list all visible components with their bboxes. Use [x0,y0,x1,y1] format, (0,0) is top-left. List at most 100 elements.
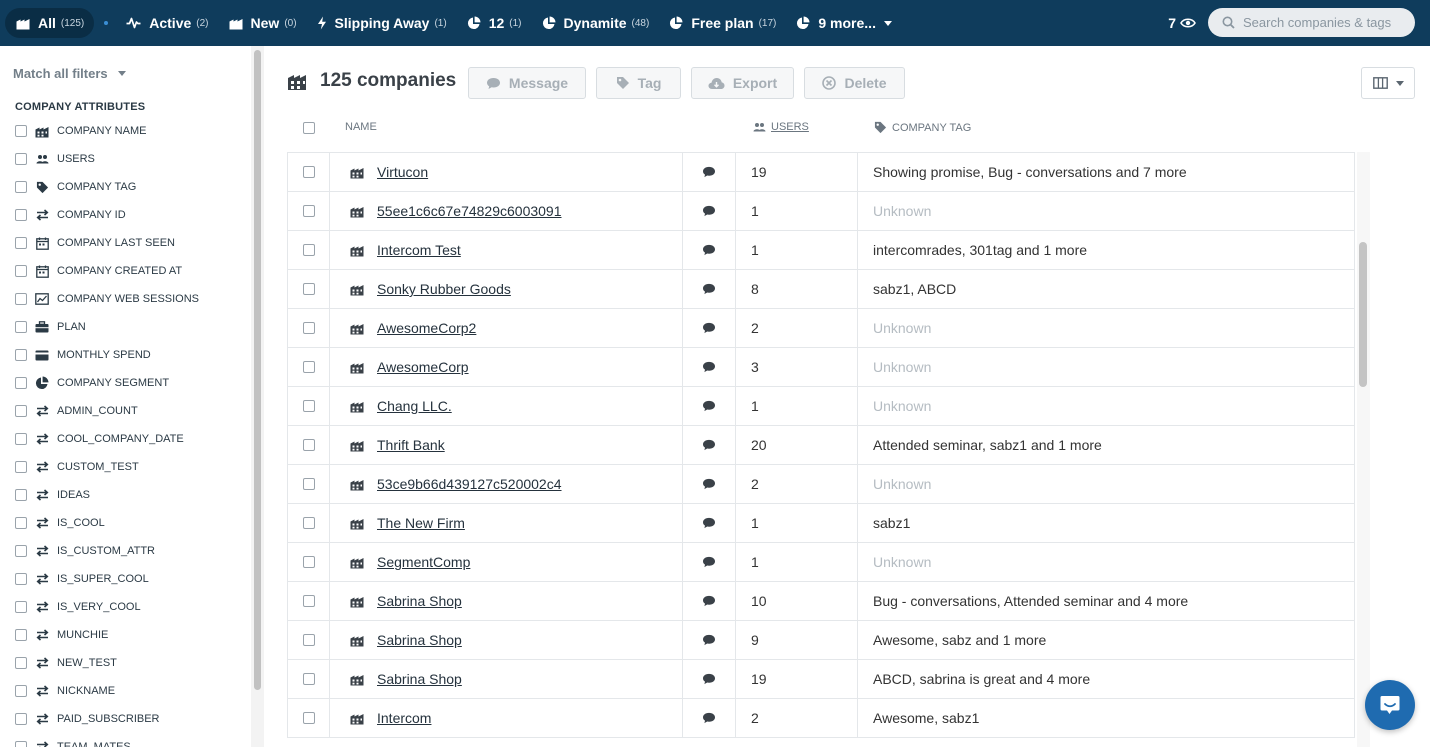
company-name-link[interactable]: Sabrina Shop [377,593,462,609]
attribute-checkbox[interactable] [15,153,27,165]
attribute-filter-item[interactable]: COMPANY CREATED AT [15,257,199,285]
attribute-filter-item[interactable]: MONTHLY SPEND [15,341,199,369]
attribute-filter-item[interactable]: IS_COOL [15,509,199,537]
attribute-filter-item[interactable]: COMPANY SEGMENT [15,369,199,397]
segment-item[interactable]: New (0) [219,8,307,38]
attribute-checkbox[interactable] [15,377,27,389]
segment-all[interactable]: All (125) [5,8,95,38]
message-icon[interactable] [702,556,716,568]
table-scrollbar[interactable] [1357,152,1370,747]
row-checkbox[interactable] [302,712,315,724]
attribute-checkbox[interactable] [15,209,27,221]
message-icon[interactable] [702,361,716,373]
attribute-checkbox[interactable] [15,293,27,305]
attribute-checkbox[interactable] [15,545,27,557]
attribute-checkbox[interactable] [15,181,27,193]
company-name-link[interactable]: AwesomeCorp2 [377,320,476,336]
attribute-checkbox[interactable] [15,489,27,501]
attribute-checkbox[interactable] [15,349,27,361]
sidebar-scrollbar[interactable] [251,46,264,747]
attribute-filter-item[interactable]: IDEAS [15,481,199,509]
attribute-filter-item[interactable]: NEW_TEST [15,649,199,677]
attribute-filter-item[interactable]: PAID_SUBSCRIBER [15,705,199,733]
column-header-users[interactable]: USERS [753,121,809,133]
row-checkbox[interactable] [302,517,315,529]
attribute-checkbox[interactable] [15,629,27,641]
row-checkbox[interactable] [302,400,315,412]
company-name-link[interactable]: Thrift Bank [377,437,445,453]
company-name-link[interactable]: Intercom [377,710,431,726]
attribute-checkbox[interactable] [15,713,27,725]
match-filter-dropdown[interactable]: Match all filters [13,66,126,81]
message-icon[interactable] [702,244,716,256]
message-icon[interactable] [702,595,716,607]
attribute-filter-item[interactable]: COMPANY WEB SESSIONS [15,285,199,313]
row-checkbox[interactable] [302,478,315,490]
attribute-filter-item[interactable]: COMPANY NAME [15,117,199,145]
attribute-filter-item[interactable]: COMPANY ID [15,201,199,229]
table-row[interactable]: Sabrina Shop 19 ABCD, sabrina is great and… [287,660,1355,699]
table-row[interactable]: Virtucon 19 Showing promise, Bug - convers… [287,153,1355,192]
table-row[interactable]: Intercom 2 Awesome, sabz1 [287,699,1355,738]
attribute-checkbox[interactable] [15,433,27,445]
row-checkbox[interactable] [302,673,315,685]
select-all-checkbox[interactable] [303,122,315,134]
attribute-checkbox[interactable] [15,685,27,697]
company-name-link[interactable]: Intercom Test [377,242,461,258]
attribute-checkbox[interactable] [15,125,27,137]
attribute-filter-item[interactable]: COOL_COMPANY_DATE [15,425,199,453]
attribute-checkbox[interactable] [15,265,27,277]
segment-item[interactable]: Free plan (17) [659,8,786,38]
segment-item[interactable]: Dynamite (48) [532,8,660,38]
segment-item[interactable]: Active (2) [116,8,218,38]
table-row[interactable]: Chang LLC. 1 Unknown [287,387,1355,426]
message-icon[interactable] [702,205,716,217]
table-row[interactable]: SegmentComp 1 Unknown [287,543,1355,582]
attribute-filter-item[interactable]: ADMIN_COUNT [15,397,199,425]
attribute-checkbox[interactable] [15,321,27,333]
table-row[interactable]: Thrift Bank 20 Attended seminar, sabz1 and… [287,426,1355,465]
attribute-filter-item[interactable]: USERS [15,145,199,173]
table-row[interactable]: 55ee1c6c67e74829c6003091 1 Unknown [287,192,1355,231]
company-name-link[interactable]: Sonky Rubber Goods [377,281,511,297]
column-header-name[interactable]: NAME [345,121,377,133]
attribute-checkbox[interactable] [15,405,27,417]
segment-item[interactable]: Slipping Away (1) [307,8,457,38]
message-icon[interactable] [702,283,716,295]
company-name-link[interactable]: Sabrina Shop [377,632,462,648]
viewers-indicator[interactable]: 7 [1168,15,1196,31]
row-checkbox[interactable] [302,283,315,295]
table-row[interactable]: Intercom Test 1 intercomrades, 301tag and … [287,231,1355,270]
table-row[interactable]: AwesomeCorp2 2 Unknown [287,309,1355,348]
company-name-link[interactable]: Chang LLC. [377,398,452,414]
table-row[interactable]: Sabrina Shop 9 Awesome, sabz and 1 more [287,621,1355,660]
row-checkbox[interactable] [302,361,315,373]
row-checkbox[interactable] [302,322,315,334]
help-launcher-button[interactable] [1365,680,1415,730]
message-icon[interactable] [702,634,716,646]
attribute-filter-item[interactable]: COMPANY LAST SEEN [15,229,199,257]
message-icon[interactable] [702,322,716,334]
table-row[interactable]: 53ce9b66d439127c520002c4 2 Unknown [287,465,1355,504]
attribute-filter-item[interactable]: IS_CUSTOM_ATTR [15,537,199,565]
tag-button[interactable]: Tag [596,67,681,99]
company-name-link[interactable]: Virtucon [377,164,428,180]
message-icon[interactable] [702,400,716,412]
message-button[interactable]: Message [468,67,586,99]
export-button[interactable]: Export [691,67,794,99]
attribute-checkbox[interactable] [15,237,27,249]
table-row[interactable]: The New Firm 1 sabz1 [287,504,1355,543]
row-checkbox[interactable] [302,634,315,646]
company-name-link[interactable]: AwesomeCorp [377,359,469,375]
attribute-checkbox[interactable] [15,461,27,473]
message-icon[interactable] [702,517,716,529]
segment-item[interactable]: 9 more... [786,8,902,38]
message-icon[interactable] [702,478,716,490]
row-checkbox[interactable] [302,595,315,607]
attribute-filter-item[interactable]: COMPANY TAG [15,173,199,201]
search-box[interactable] [1208,8,1415,37]
attribute-filter-item[interactable]: NICKNAME [15,677,199,705]
company-name-link[interactable]: SegmentComp [377,554,470,570]
company-name-link[interactable]: The New Firm [377,515,465,531]
message-icon[interactable] [702,166,716,178]
